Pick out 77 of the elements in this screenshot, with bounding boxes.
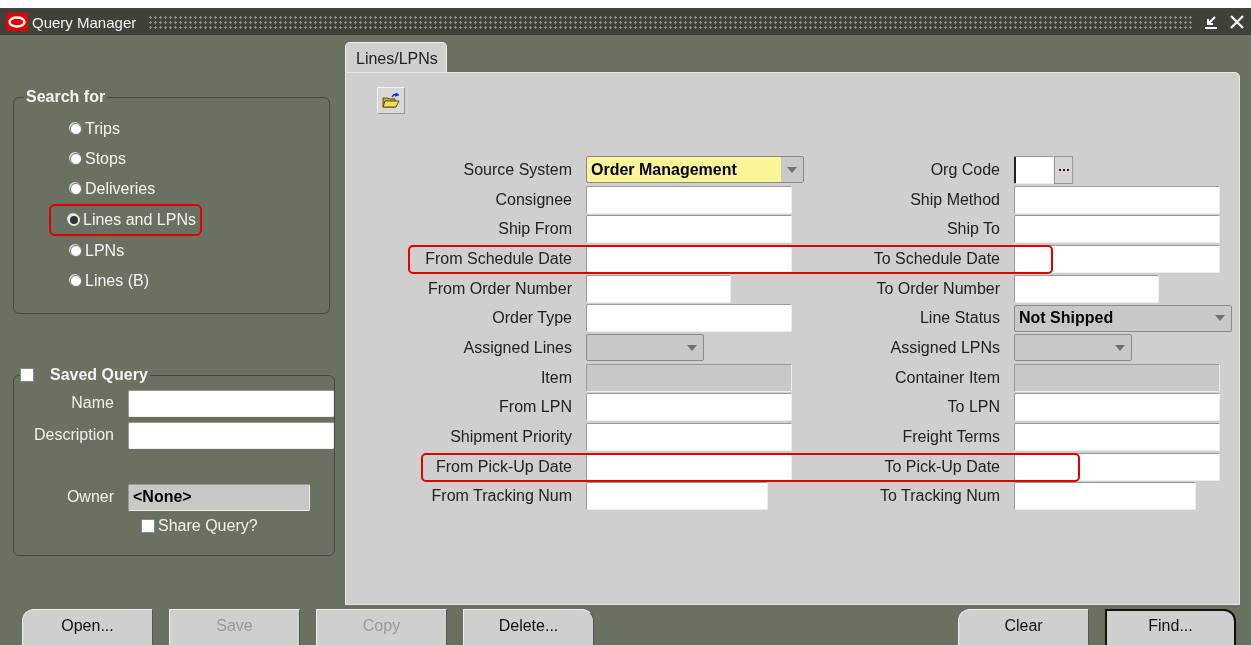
input-field[interactable] — [586, 452, 792, 481]
folder-icon — [382, 92, 400, 109]
button[interactable]: Find... — [1105, 609, 1236, 645]
group-title: Saved Query — [49, 366, 149, 384]
field-label: To Schedule Date — [872, 249, 1001, 268]
field-label: Owner — [65, 488, 115, 506]
field-label: Ship From — [497, 220, 573, 239]
field-label: To Tracking Num — [878, 487, 1001, 506]
input-field[interactable] — [1014, 215, 1220, 244]
radio-button[interactable]: Lines (B) — [70, 266, 150, 296]
group-title: Search for — [25, 88, 107, 106]
field-label: Container Item — [894, 368, 1001, 387]
read-only-field: <None> — [128, 483, 310, 511]
close-icon[interactable] — [1229, 14, 1245, 30]
input-field[interactable] — [1014, 244, 1220, 273]
checkbox[interactable] — [20, 368, 34, 382]
input-field[interactable] — [586, 482, 768, 511]
button[interactable]: Delete... — [463, 609, 594, 645]
minimize-icon[interactable] — [1203, 14, 1219, 30]
field-label: Ship Method — [909, 190, 1001, 209]
radio-button[interactable]: Deliveries — [70, 174, 156, 204]
field-label: From Order Number — [426, 279, 573, 298]
field-label: From LPN — [498, 398, 573, 417]
input-field[interactable] — [1014, 274, 1159, 303]
field-label: Freight Terms — [901, 428, 1001, 447]
radio-button[interactable]: LPNs — [70, 236, 125, 266]
input-field[interactable] — [1014, 185, 1220, 214]
field-label: From Pick-Up Date — [434, 457, 573, 476]
field-label: Description — [32, 426, 115, 444]
field-label: From Tracking Num — [430, 487, 573, 506]
input-field[interactable] — [1014, 155, 1054, 184]
field-label: Org Code — [929, 160, 1001, 179]
input-field[interactable] — [1014, 423, 1220, 452]
input-field[interactable] — [586, 423, 792, 452]
radio-button[interactable]: Lines and LPNs — [68, 205, 196, 235]
field-label: Source System — [462, 160, 573, 179]
caret-icon — [687, 344, 697, 351]
input-field[interactable] — [586, 244, 792, 273]
caret-icon — [1215, 315, 1225, 322]
share-checkbox[interactable]: Share Query? — [141, 513, 258, 539]
radio-button[interactable]: Stops — [70, 144, 126, 174]
field-label: Assigned Lines — [462, 338, 573, 357]
dropdown[interactable]: Not Shipped — [1014, 304, 1232, 332]
button[interactable]: Open... — [22, 609, 153, 645]
radio-button[interactable]: Trips — [70, 114, 120, 144]
input-field[interactable] — [586, 274, 731, 303]
field-label: Name — [70, 394, 115, 412]
input-field[interactable] — [586, 304, 792, 333]
field-label: Assigned LPNs — [889, 338, 1001, 357]
caret-icon — [787, 166, 797, 173]
input-field[interactable] — [1014, 452, 1220, 481]
button[interactable]: Clear — [958, 609, 1089, 645]
field-label: Ship To — [945, 220, 1001, 239]
field-label: To LPN — [946, 398, 1001, 417]
input-field[interactable] — [1014, 482, 1196, 511]
field-label: Line Status — [918, 309, 1001, 328]
input-field[interactable] — [586, 215, 792, 244]
field-label: Shipment Priority — [449, 428, 573, 447]
open-folder-button[interactable] — [377, 87, 405, 114]
input-field[interactable] — [128, 389, 334, 417]
input-field[interactable] — [586, 393, 792, 422]
field-label: Item — [539, 368, 573, 387]
caret-icon — [1115, 344, 1125, 351]
input-field[interactable] — [586, 185, 792, 214]
ellipsis-icon — [1058, 167, 1069, 172]
input-field[interactable] — [1014, 393, 1220, 422]
tab[interactable]: Lines/LPNs — [345, 42, 447, 72]
field-label: From Schedule Date — [424, 249, 573, 268]
logo-icon — [6, 13, 28, 31]
list-of-values-button[interactable] — [1054, 155, 1073, 184]
field-label: To Order Number — [875, 279, 1001, 298]
field-label: To Pick-Up Date — [883, 457, 1001, 476]
field-label: Consignee — [494, 190, 573, 209]
dropdown[interactable]: Order Management — [586, 156, 804, 184]
field-label: Order Type — [491, 309, 573, 328]
input-field[interactable] — [128, 421, 334, 449]
window-title: Query Manager — [32, 13, 137, 31]
